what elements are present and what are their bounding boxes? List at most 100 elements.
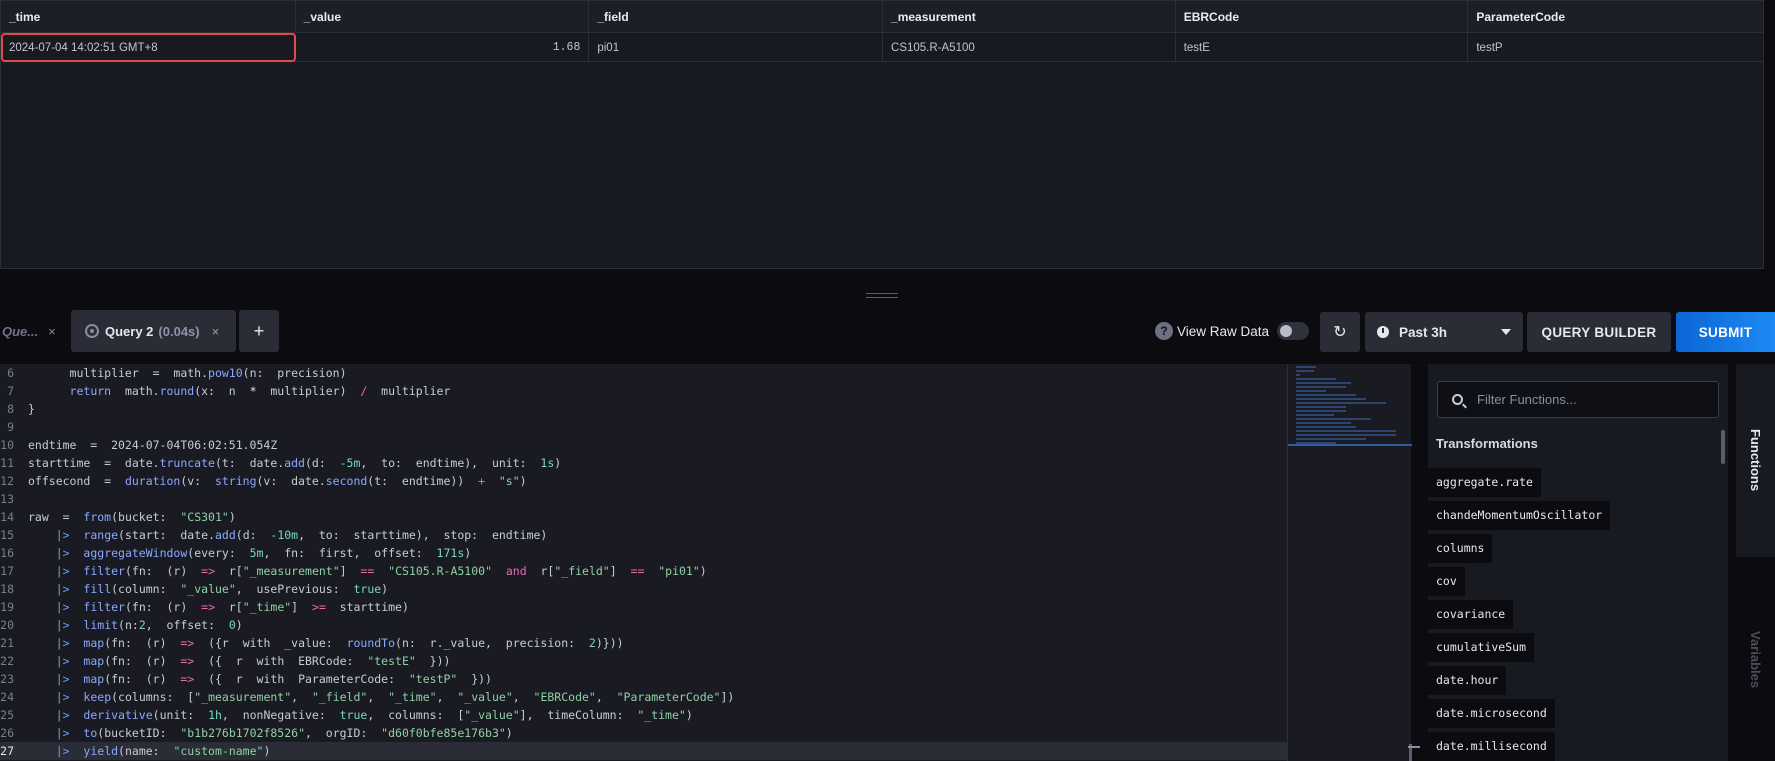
code-line: 7 return math.round(x: n * multiplier) /…	[0, 382, 1287, 400]
code-line: 21 |> map(fn: (r) => ({r with _value: ro…	[0, 636, 624, 650]
refresh-icon: ↻	[1333, 324, 1347, 341]
code-line: 17 |> filter(fn: (r) => r["_measurement"…	[0, 564, 707, 578]
function-item[interactable]: covariance	[1428, 600, 1514, 629]
side-tab-rail: Functions Variables	[1736, 364, 1775, 761]
column-header-measurement[interactable]: _measurement	[883, 1, 1176, 33]
code-line: 18 |> fill(column: "_value", usePrevious…	[0, 582, 389, 596]
function-item[interactable]: columns	[1428, 534, 1493, 563]
time-range-dropdown[interactable]: Past 3h	[1365, 312, 1523, 352]
table-header: _time _value _field _measurement EBRCode…	[1, 1, 1763, 33]
function-item[interactable]: chandeMomentumOscillator	[1428, 501, 1611, 530]
filter-functions-input[interactable]: Filter Functions...	[1437, 381, 1719, 418]
code-line: 9	[0, 418, 1287, 436]
code-line: 20 |> limit(n:2, offset: 0)	[0, 618, 243, 632]
column-header-time[interactable]: _time	[1, 1, 296, 33]
cell-parametercode: testP	[1476, 41, 1503, 54]
tab-query-1[interactable]: Que... ×	[0, 310, 62, 352]
line-number: 26	[0, 726, 14, 740]
function-item[interactable]: date.hour	[1428, 666, 1507, 695]
code-line: 15 |> range(start: date.add(d: -10m, to:…	[0, 528, 548, 542]
time-range-value: Past 3h	[1399, 324, 1448, 340]
tab-label: Que...	[2, 323, 39, 339]
help-icon[interactable]: ?	[1155, 322, 1173, 340]
line-number: 10	[0, 438, 14, 452]
refresh-button[interactable]: ↻	[1320, 312, 1360, 352]
results-table: _time _value _field _measurement EBRCode…	[0, 0, 1764, 269]
line-number: 12	[0, 474, 14, 488]
view-raw-data-label: View Raw Data	[1177, 323, 1270, 339]
line-number: 25	[0, 708, 14, 722]
line-number: 8	[7, 402, 14, 416]
line-number: 14	[0, 510, 14, 524]
line-number: 13	[0, 492, 14, 506]
submit-button[interactable]: SUBMIT	[1676, 312, 1775, 352]
code-line: 6 multiplier = math.pow10(n: precision)	[0, 364, 1287, 382]
tab-functions-label[interactable]: Functions	[1748, 429, 1763, 491]
code-line: 13	[0, 490, 1287, 508]
view-raw-data[interactable]: ? View Raw Data	[1155, 310, 1310, 352]
cell-field: pi01	[589, 33, 884, 62]
line-number: 27	[0, 744, 14, 758]
code-line: 8}	[0, 400, 1287, 418]
line-number: 17	[0, 564, 14, 578]
column-header-field[interactable]: _field	[589, 1, 884, 33]
add-query-button[interactable]: +	[239, 310, 279, 352]
line-number: 7	[7, 384, 14, 398]
function-item[interactable]: date.microsecond	[1428, 699, 1555, 728]
cell-value: 1.68	[296, 33, 590, 62]
code-line: 10 endtime = 2024-07-04T06:02:51.054Z	[0, 438, 278, 452]
line-number: 20	[0, 618, 14, 632]
code-line: 24 |> keep(columns: ["_measurement", "_f…	[0, 690, 735, 704]
close-icon[interactable]: ×	[48, 324, 56, 339]
function-list: aggregate.rate chandeMomentumOscillator …	[1428, 468, 1611, 761]
column-header-parametercode[interactable]: ParameterCode	[1468, 1, 1763, 33]
function-item[interactable]: aggregate.rate	[1428, 468, 1541, 497]
cell-ebrcode: testE	[1176, 33, 1469, 62]
code-line: 16 |> aggregateWindow(every: 5m, fn: fir…	[0, 546, 472, 560]
tab-variables-label[interactable]: Variables	[1748, 631, 1763, 688]
raw-data-toggle[interactable]	[1277, 322, 1310, 340]
line-number: 11	[0, 456, 14, 470]
eye-icon	[85, 324, 99, 338]
section-heading: Transformations	[1436, 436, 1538, 451]
clock-icon	[1377, 326, 1389, 338]
line-number: 18	[0, 582, 14, 596]
function-item[interactable]: cov	[1428, 567, 1465, 596]
code-line: 23 |> map(fn: (r) => ({ r with Parameter…	[0, 672, 492, 686]
close-icon[interactable]: ×	[212, 324, 220, 339]
code-line: 26 |> to(bucketID: "b1b276b1702f8526", o…	[0, 726, 513, 740]
resize-handle[interactable]	[866, 293, 898, 299]
tab-label: Query 2	[105, 323, 154, 339]
cell-measurement: CS105.R-A5100	[883, 33, 1176, 62]
cell-time: 2024-07-04 14:02:51 GMT+8	[1, 33, 296, 62]
code-editor[interactable]: 6 multiplier = math.pow10(n: precision) …	[0, 364, 1287, 761]
code-line: 19 |> filter(fn: (r) => r["_time"] >= st…	[0, 600, 409, 614]
function-item[interactable]: cumulativeSum	[1428, 633, 1535, 662]
line-number: 15	[0, 528, 14, 542]
column-header-value[interactable]: _value	[296, 1, 590, 33]
line-number: 21	[0, 636, 14, 650]
line-number: 16	[0, 546, 14, 560]
editor-minimap[interactable]	[1287, 364, 1420, 761]
chevron-down-icon	[1501, 329, 1511, 335]
code-line-active: 27 |> yield(name: "custom-name")	[0, 742, 1287, 760]
filter-functions-placeholder: Filter Functions...	[1477, 392, 1577, 407]
tab-query-2[interactable]: Query 2 (0.04s) ×	[71, 310, 236, 352]
code-line: 22 |> map(fn: (r) => ({ r with EBRCode: …	[0, 654, 451, 668]
code-line: 11 starttime = date.truncate(t: date.add(…	[0, 456, 562, 470]
search-icon	[1452, 394, 1463, 405]
line-number: 9	[7, 420, 14, 434]
code-line: 12 offsecond = duration(v: string(v: date…	[0, 474, 527, 488]
line-number: 24	[0, 690, 14, 704]
line-number: 23	[0, 672, 14, 686]
line-number: 6	[7, 366, 14, 380]
line-number: 22	[0, 654, 14, 668]
scrollbar[interactable]	[1721, 430, 1725, 464]
query-toolbar: Que... × Query 2 (0.04s) × + ? View Raw …	[0, 310, 1775, 354]
function-item[interactable]: date.millisecond	[1428, 732, 1555, 761]
column-header-ebrcode[interactable]: EBRCode	[1176, 1, 1469, 33]
query-builder-button[interactable]: QUERY BUILDER	[1527, 312, 1671, 352]
line-number: 19	[0, 600, 14, 614]
query-duration: (0.04s)	[158, 323, 200, 339]
functions-panel: Filter Functions... Transformations aggr…	[1428, 364, 1728, 761]
